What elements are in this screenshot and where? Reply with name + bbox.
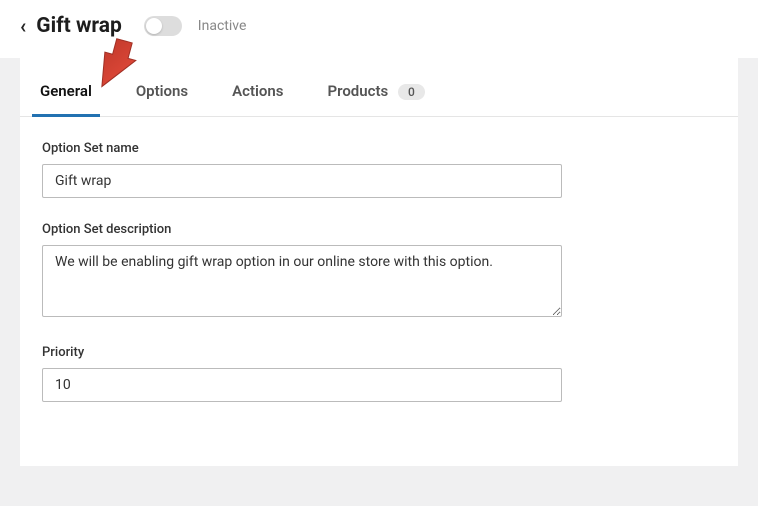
tabs-nav: General Options Actions Products 0 — [20, 58, 738, 117]
tab-label: Actions — [232, 82, 283, 100]
tab-products[interactable]: Products 0 — [326, 58, 427, 116]
tab-label: Options — [136, 82, 188, 100]
settings-card: General Options Actions Products 0 Optio… — [20, 58, 738, 466]
tab-actions[interactable]: Actions — [230, 58, 285, 116]
general-form: Option Set name Option Set description P… — [20, 117, 738, 466]
page-header: ‹ Gift wrap Inactive — [0, 0, 758, 58]
page-title: Gift wrap — [36, 14, 122, 38]
name-input[interactable] — [42, 164, 562, 198]
description-group: Option Set description — [42, 222, 716, 321]
content-area: General Options Actions Products 0 Optio… — [0, 58, 758, 506]
back-icon[interactable]: ‹ — [20, 16, 26, 36]
tab-options[interactable]: Options — [134, 58, 190, 116]
description-label: Option Set description — [42, 222, 716, 237]
active-toggle[interactable] — [144, 16, 182, 36]
toggle-state-label: Inactive — [198, 18, 247, 34]
priority-input[interactable] — [42, 368, 562, 402]
tab-general[interactable]: General — [38, 58, 94, 116]
priority-group: Priority — [42, 345, 716, 402]
tab-label: Products — [328, 82, 389, 100]
description-textarea[interactable] — [42, 245, 562, 317]
toggle-knob — [146, 18, 162, 34]
products-count-badge: 0 — [398, 84, 425, 100]
name-label: Option Set name — [42, 141, 716, 156]
name-group: Option Set name — [42, 141, 716, 198]
priority-label: Priority — [42, 345, 716, 360]
tab-label: General — [40, 82, 92, 100]
